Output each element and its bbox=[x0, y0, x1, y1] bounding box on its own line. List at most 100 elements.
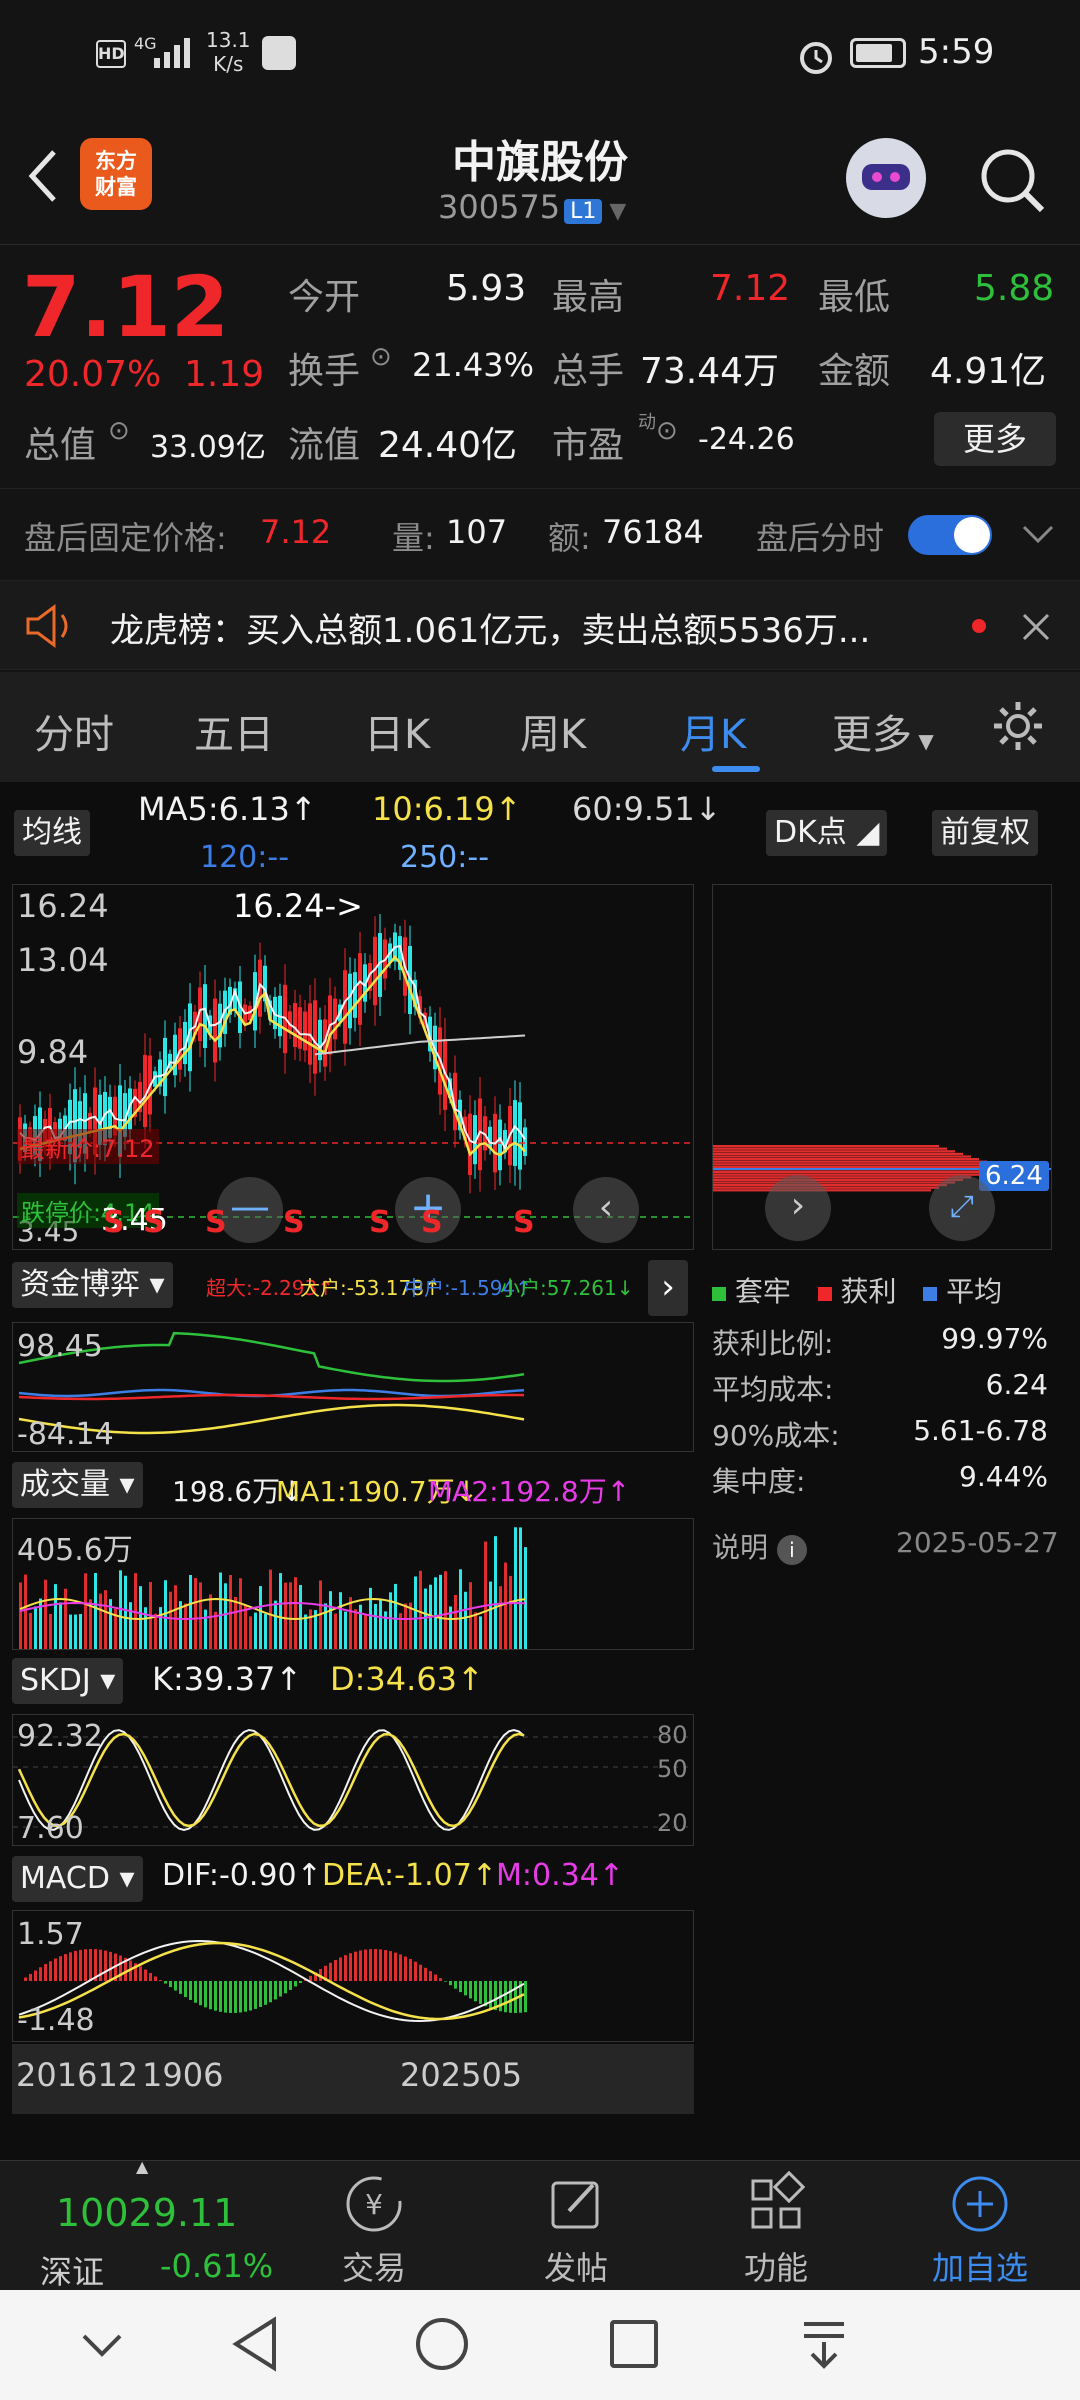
candle-body bbox=[173, 1034, 177, 1076]
macd-histogram-bar bbox=[334, 1959, 337, 1981]
macd-histogram-bar bbox=[84, 1949, 87, 1981]
volume-bar bbox=[234, 1596, 237, 1649]
volume-bar bbox=[464, 1591, 467, 1649]
fund-game-chart bbox=[18, 1331, 525, 1435]
chip-bar bbox=[713, 1163, 995, 1166]
skdj-panel[interactable]: 92.32 7.60 80 50 20 bbox=[12, 1714, 694, 1846]
kline-panel[interactable]: 16.24 13.04 9.84 3.45 16.24-> 最新价:7.12 跌… bbox=[12, 884, 694, 1250]
macd-panel[interactable]: 1.57 -1.48 bbox=[12, 1910, 694, 2042]
macd-histogram-bar bbox=[354, 1951, 357, 1981]
stock-code-row[interactable]: 300575 L1 ▼ bbox=[438, 188, 626, 226]
volume-bar bbox=[359, 1604, 362, 1649]
chip-legend: 套牢 获利 平均 bbox=[712, 1270, 1052, 1310]
volume-bar bbox=[504, 1562, 507, 1649]
candle-body bbox=[358, 953, 362, 1025]
candle-body bbox=[343, 970, 347, 1044]
chevron-right-icon[interactable]: › bbox=[648, 1260, 688, 1316]
ma60-value: 60:9.51↓ bbox=[572, 790, 722, 828]
skdj-level: 50 bbox=[657, 1755, 688, 1783]
macd-histogram-bar bbox=[154, 1976, 157, 1981]
index-value[interactable]: 10029.11 bbox=[56, 2191, 237, 2235]
macd-histogram-bar bbox=[379, 1949, 382, 1981]
macd-histogram-bar bbox=[174, 1981, 177, 1991]
info-icon[interactable]: ⊙ bbox=[108, 416, 130, 446]
macd-histogram-bar bbox=[484, 1981, 487, 2007]
volume-panel[interactable]: 405.6万 bbox=[12, 1518, 694, 1650]
volume-bar bbox=[334, 1613, 337, 1649]
add-circle-icon bbox=[952, 2176, 1008, 2232]
fund-game-panel[interactable]: 98.45 -84.14 bbox=[12, 1322, 694, 1452]
change-amt: 1.19 bbox=[184, 354, 265, 395]
notice-bar[interactable]: 龙虎榜：买入总额1.061亿元，卖出总额5536万... bbox=[0, 580, 1080, 670]
search-icon[interactable] bbox=[978, 146, 1048, 216]
nav-trade[interactable]: ¥ 交易 bbox=[314, 2171, 434, 2289]
chevron-right-icon[interactable]: › bbox=[765, 1175, 831, 1241]
float-value: 24.40亿 bbox=[378, 425, 518, 466]
candle-body bbox=[213, 998, 217, 1063]
more-button[interactable]: 更多 bbox=[934, 412, 1056, 466]
after-hours-bar: 盘后固定价格: 7.12 量: 107 额: 76184 盘后分时 bbox=[0, 488, 1080, 578]
close-icon[interactable] bbox=[1018, 609, 1054, 645]
gear-icon[interactable] bbox=[990, 698, 1046, 754]
volume-bar bbox=[444, 1571, 447, 1649]
macd-histogram-bar bbox=[199, 1981, 202, 2006]
y-label: 9.84 bbox=[17, 1033, 89, 1071]
volume-bar bbox=[289, 1582, 292, 1649]
chip-bar bbox=[713, 1184, 947, 1187]
index-change: -0.61% bbox=[160, 2247, 274, 2285]
nav-functions[interactable]: 功能 bbox=[716, 2171, 836, 2289]
chevron-down-icon[interactable] bbox=[1020, 519, 1056, 549]
chevron-down-icon: ▼ bbox=[602, 199, 627, 224]
sell-signal-marker: S bbox=[143, 1205, 165, 1240]
volume-chip[interactable]: 成交量 ▾ bbox=[12, 1462, 143, 1508]
expand-icon[interactable]: ⤢ bbox=[929, 1175, 995, 1241]
nav-post[interactable]: 发帖 bbox=[516, 2171, 636, 2289]
chip-bar bbox=[713, 1176, 971, 1179]
volume-bar bbox=[299, 1585, 302, 1649]
macd-histogram-bar bbox=[384, 1950, 387, 1981]
ma-chip[interactable]: 均线 bbox=[14, 810, 90, 856]
tab-more[interactable]: 更多 ▼ bbox=[832, 702, 934, 760]
recents-square-icon[interactable] bbox=[608, 2318, 660, 2370]
macd-histogram-bar bbox=[39, 1967, 42, 1981]
macd-histogram-bar bbox=[404, 1956, 407, 1981]
tab-intraday[interactable]: 分时 bbox=[34, 702, 114, 760]
y-label: 13.04 bbox=[17, 941, 109, 979]
macd-histogram-bar bbox=[99, 1949, 102, 1981]
info-icon[interactable]: ⊙ bbox=[370, 342, 392, 372]
macd-dif: DIF:-0.90↑ bbox=[162, 1858, 322, 1893]
tab-five-day[interactable]: 五日 bbox=[194, 702, 274, 760]
volume-bar bbox=[254, 1612, 257, 1649]
back-triangle-icon[interactable] bbox=[228, 2314, 284, 2374]
chip-note[interactable]: 说明 i bbox=[712, 1526, 807, 1566]
macd-histogram-bar bbox=[119, 1955, 122, 1981]
chip-stat-label: 平均成本: bbox=[712, 1373, 834, 1406]
macd-histogram-bar bbox=[259, 1981, 262, 2008]
volume-bar bbox=[69, 1614, 72, 1649]
tab-weekly-k[interactable]: 周K bbox=[520, 702, 586, 760]
info-icon[interactable]: ⊙ bbox=[656, 416, 678, 446]
nav-add-watchlist[interactable]: 加自选 bbox=[920, 2171, 1040, 2289]
volume-bar bbox=[489, 1581, 492, 1649]
open-label: 今开 bbox=[288, 277, 361, 318]
chip-stat-label: 90%成本: bbox=[712, 1419, 840, 1452]
macd-histogram-bar bbox=[524, 1981, 527, 2013]
adjust-chip[interactable]: 前复权 bbox=[932, 810, 1038, 856]
tab-monthly-k[interactable]: 月K bbox=[680, 702, 746, 760]
download-icon[interactable] bbox=[796, 2316, 852, 2372]
assistant-robot-icon[interactable] bbox=[846, 138, 926, 218]
expand-up-icon[interactable]: ▲ bbox=[136, 2157, 148, 2176]
chevron-down-icon[interactable] bbox=[80, 2326, 124, 2366]
dk-point-chip[interactable]: DK点 ◢ bbox=[766, 810, 888, 856]
fund-small: 小户:57.261↓ bbox=[500, 1276, 634, 1300]
tab-daily-k[interactable]: 日K bbox=[364, 702, 430, 760]
macd-histogram-bar bbox=[339, 1957, 342, 1981]
macd-histogram-bar bbox=[489, 1981, 492, 2009]
chip-distribution-panel[interactable]: 6.24 › ⤢ bbox=[712, 884, 1052, 1250]
macd-chip[interactable]: MACD ▾ bbox=[12, 1856, 143, 1902]
home-circle-icon[interactable] bbox=[412, 2314, 472, 2374]
open-value: 5.93 bbox=[446, 268, 527, 309]
after-hours-toggle[interactable] bbox=[908, 515, 992, 555]
skdj-chip[interactable]: SKDJ ▾ bbox=[12, 1658, 124, 1704]
fund-game-chip[interactable]: 资金博弈 ▾ bbox=[12, 1262, 173, 1308]
